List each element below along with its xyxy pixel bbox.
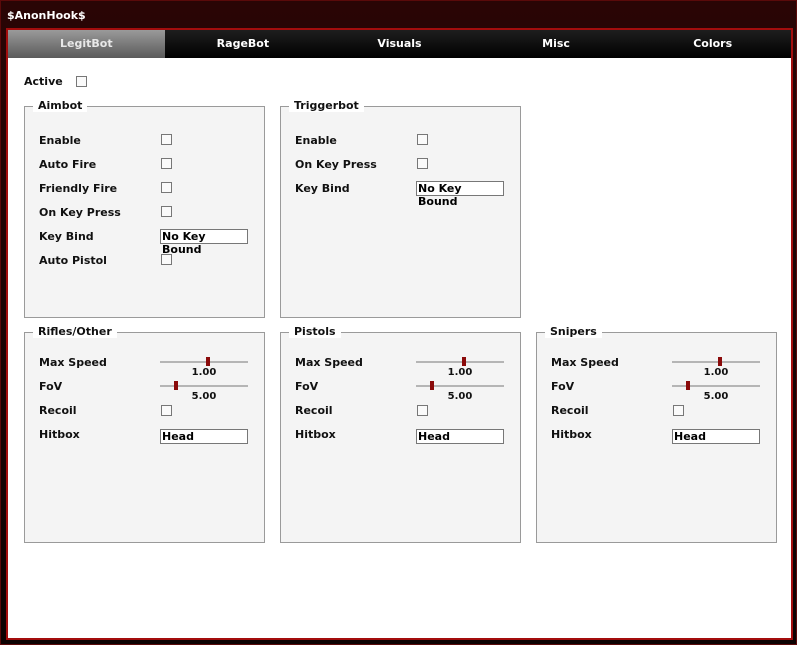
aimbot-friendly-fire-label: Friendly Fire (39, 182, 118, 195)
aimbot-key-bind-label: Key Bind (39, 230, 94, 243)
window-title: $AnonHook$ (7, 9, 86, 22)
pistols-fov-slider[interactable] (416, 381, 504, 390)
triggerbot-group: Triggerbot Enable On Key Press Key Bind … (280, 99, 521, 318)
snipers-fov-slider[interactable] (672, 381, 760, 390)
pistols-recoil-checkbox[interactable] (417, 405, 428, 416)
rifles-hitbox-label: Hitbox (39, 428, 80, 441)
rifles-max-speed-value: 1.00 (191, 367, 217, 378)
pistols-group: Pistols Max Speed 1.00 FoV 5.00 Recoil H… (280, 325, 521, 543)
aimbot-group: Aimbot Enable Auto Fire Friendly Fire On… (24, 99, 265, 318)
aimbot-title: Aimbot (33, 99, 88, 112)
aimbot-auto-pistol-label: Auto Pistol (39, 254, 107, 267)
snipers-recoil-label: Recoil (551, 404, 589, 417)
snipers-fov-value: 5.00 (703, 391, 729, 402)
triggerbot-key-bind-label: Key Bind (295, 182, 350, 195)
rifles-max-speed-slider[interactable] (160, 357, 248, 366)
pistols-fov-label: FoV (295, 380, 319, 393)
snipers-title: Snipers (545, 325, 602, 338)
slider-thumb[interactable] (462, 357, 466, 366)
rifles-fov-slider[interactable] (160, 381, 248, 390)
pistols-max-speed-value: 1.00 (447, 367, 473, 378)
aimbot-on-key-press-checkbox[interactable] (161, 206, 172, 217)
tab-misc[interactable]: Misc (478, 30, 635, 58)
snipers-group: Snipers Max Speed 1.00 FoV 5.00 Recoil H… (536, 325, 777, 543)
slider-thumb[interactable] (686, 381, 690, 390)
triggerbot-title: Triggerbot (289, 99, 364, 112)
slider-thumb[interactable] (206, 357, 210, 366)
rifles-fov-label: FoV (39, 380, 63, 393)
aimbot-enable-checkbox[interactable] (161, 134, 172, 145)
tab-legitbot[interactable]: LegitBot (8, 30, 165, 58)
active-checkbox[interactable] (76, 76, 87, 87)
slider-thumb[interactable] (174, 381, 178, 390)
snipers-recoil-checkbox[interactable] (673, 405, 684, 416)
tab-ragebot[interactable]: RageBot (165, 30, 322, 58)
aimbot-auto-fire-checkbox[interactable] (161, 158, 172, 169)
rifles-hitbox-field[interactable]: Head (160, 429, 248, 444)
snipers-max-speed-value: 1.00 (703, 367, 729, 378)
pistols-title: Pistols (289, 325, 341, 338)
pistols-max-speed-label: Max Speed (295, 356, 363, 369)
pistols-hitbox-label: Hitbox (295, 428, 336, 441)
snipers-hitbox-field[interactable]: Head (672, 429, 760, 444)
pistols-recoil-label: Recoil (295, 404, 333, 417)
slider-thumb[interactable] (718, 357, 722, 366)
triggerbot-on-key-press-checkbox[interactable] (417, 158, 428, 169)
snipers-fov-label: FoV (551, 380, 575, 393)
triggerbot-key-bind-field[interactable]: No Key Bound (416, 181, 504, 208)
aimbot-key-bind-field[interactable]: No Key Bound (160, 229, 248, 256)
aimbot-enable-label: Enable (39, 134, 81, 147)
aimbot-friendly-fire-checkbox[interactable] (161, 182, 172, 193)
triggerbot-enable-label: Enable (295, 134, 337, 147)
snipers-max-speed-slider[interactable] (672, 357, 760, 366)
aimbot-auto-fire-label: Auto Fire (39, 158, 97, 171)
aimbot-auto-pistol-checkbox[interactable] (161, 254, 172, 265)
triggerbot-enable-checkbox[interactable] (417, 134, 428, 145)
pistols-hitbox-field[interactable]: Head (416, 429, 504, 444)
pistols-max-speed-slider[interactable] (416, 357, 504, 366)
snipers-max-speed-label: Max Speed (551, 356, 619, 369)
triggerbot-on-key-press-label: On Key Press (295, 158, 377, 171)
main-panel: LegitBot RageBot Visuals Misc Colors Act… (6, 28, 793, 640)
rifles-group: Rifles/Other Max Speed 1.00 FoV 5.00 Rec… (24, 325, 265, 543)
tab-colors[interactable]: Colors (634, 30, 791, 58)
slider-thumb[interactable] (430, 381, 434, 390)
tab-visuals[interactable]: Visuals (321, 30, 478, 58)
pistols-fov-value: 5.00 (447, 391, 473, 402)
rifles-title: Rifles/Other (33, 325, 117, 338)
rifles-fov-value: 5.00 (191, 391, 217, 402)
tab-bar: LegitBot RageBot Visuals Misc Colors (8, 30, 791, 58)
rifles-recoil-label: Recoil (39, 404, 77, 417)
rifles-recoil-checkbox[interactable] (161, 405, 172, 416)
rifles-max-speed-label: Max Speed (39, 356, 107, 369)
app-window: $AnonHook$ LegitBot RageBot Visuals Misc… (0, 0, 797, 645)
aimbot-on-key-press-label: On Key Press (39, 206, 121, 219)
active-label: Active (24, 75, 63, 88)
snipers-hitbox-label: Hitbox (551, 428, 592, 441)
